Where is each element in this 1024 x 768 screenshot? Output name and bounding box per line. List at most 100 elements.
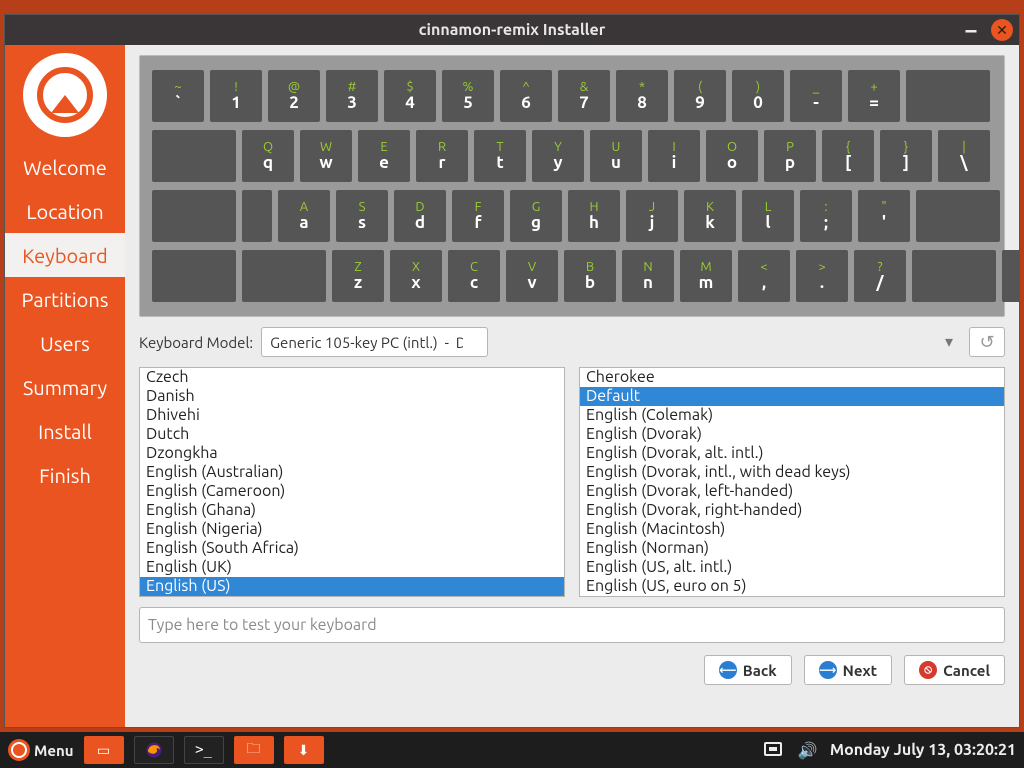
close-button[interactable]: ✕: [991, 19, 1013, 41]
key-main-label: w: [319, 154, 332, 173]
key-blank: [1002, 250, 1019, 302]
variants-item[interactable]: English (Macintosh): [580, 520, 1004, 539]
key-shift-label: @: [288, 80, 300, 94]
key-shift-label: C: [470, 260, 478, 274]
layouts-item[interactable]: Dhivehi: [140, 406, 564, 425]
layouts-item[interactable]: Czech: [140, 368, 564, 387]
taskbar-item-installer[interactable]: ⬇: [284, 736, 324, 764]
variants-item[interactable]: English (Norman): [580, 539, 1004, 558]
nav-item-users[interactable]: Users: [5, 321, 125, 365]
next-label: Next: [843, 662, 877, 679]
key-shift-label: >: [818, 260, 825, 274]
model-select[interactable]: [261, 327, 488, 357]
variants-item[interactable]: English (Dvorak, intl., with dead keys): [580, 463, 1004, 482]
key-shift-label: +: [870, 80, 877, 94]
key-main-label: e: [379, 154, 389, 173]
nav-item-summary[interactable]: Summary: [5, 365, 125, 409]
layouts-item[interactable]: Dutch: [140, 425, 564, 444]
start-menu-icon: [8, 739, 30, 761]
layouts-item[interactable]: English (UK): [140, 558, 564, 577]
key-m: Mm: [680, 250, 732, 302]
taskbar-item-workspace[interactable]: ▭: [84, 736, 124, 764]
taskbar-clock[interactable]: Monday July 13, 03:20:21: [830, 741, 1016, 759]
arrow-left-icon: ⟵: [719, 661, 737, 679]
nav-item-welcome[interactable]: Welcome: [5, 145, 125, 189]
test-keyboard-input[interactable]: [139, 607, 1005, 643]
layouts-item[interactable]: Dzongkha: [140, 444, 564, 463]
key-v: Vv: [506, 250, 558, 302]
layouts-item[interactable]: English (US): [140, 577, 564, 596]
key-shift-label: }: [904, 140, 908, 154]
layouts-item[interactable]: English (Cameroon): [140, 482, 564, 501]
variants-item[interactable]: English (Colemak): [580, 406, 1004, 425]
back-button[interactable]: ⟵ Back: [704, 655, 792, 685]
key-l: Ll: [742, 190, 794, 242]
key-blank: [906, 70, 990, 122]
key-p: Pp: [764, 130, 816, 182]
nav-list: WelcomeLocationKeyboardPartitionsUsersSu…: [5, 145, 125, 497]
key-main-label: k: [705, 214, 715, 233]
layouts-item[interactable]: English (Australian): [140, 463, 564, 482]
key-s: Ss: [336, 190, 388, 242]
key-u: Uu: [590, 130, 642, 182]
nav-item-location[interactable]: Location: [5, 189, 125, 233]
key-main-label: i: [672, 154, 677, 173]
variants-item[interactable]: English (Dvorak, right-handed): [580, 501, 1004, 520]
minimize-button[interactable]: –: [961, 20, 981, 40]
variants-item[interactable]: English (US, euro on 5): [580, 577, 1004, 596]
variants-item[interactable]: English (Dvorak): [580, 425, 1004, 444]
variants-item[interactable]: English (US, alt. intl.): [580, 558, 1004, 577]
layouts-item[interactable]: English (Ghana): [140, 501, 564, 520]
nav-item-partitions[interactable]: Partitions: [5, 277, 125, 321]
key-shift-label: O: [727, 140, 737, 154]
model-reset-button[interactable]: ↺: [969, 327, 1005, 357]
keyboard-row: ~`!1@2#3$4%5^6&7*8(9)0_-+=: [152, 70, 992, 122]
key-n: Nn: [622, 250, 674, 302]
next-button[interactable]: ⟶ Next: [804, 655, 892, 685]
key-shift-label: E: [380, 140, 387, 154]
nav-item-finish[interactable]: Finish: [5, 453, 125, 497]
taskbar-item-files[interactable]: 🗀: [234, 736, 274, 764]
key-shift-label: U: [612, 140, 621, 154]
variants-item[interactable]: English (Dvorak, left-handed): [580, 482, 1004, 501]
variants-item[interactable]: English (Dvorak, alt. intl.): [580, 444, 1004, 463]
window-title: cinnamon-remix Installer: [419, 21, 606, 39]
key-shift-label: A: [300, 200, 308, 214]
network-icon[interactable]: [762, 741, 786, 759]
variants-list[interactable]: CherokeeDefaultEnglish (Colemak)English …: [579, 367, 1005, 597]
variants-item[interactable]: Cherokee: [580, 368, 1004, 387]
taskbar-item-terminal[interactable]: >_: [184, 736, 224, 764]
key-shift-label: R: [438, 140, 446, 154]
key-e: Ee: [358, 130, 410, 182]
key-shift-label: _: [813, 80, 819, 94]
layouts-item[interactable]: English (South Africa): [140, 539, 564, 558]
key-9: (9: [674, 70, 726, 122]
taskbar[interactable]: Menu ▭ >_ 🗀 ⬇ 🔊 Monday July 13, 03:20:21: [0, 732, 1024, 768]
key-blank: [152, 130, 236, 182]
key-[: {[: [822, 130, 874, 182]
key-main-label: s: [358, 214, 366, 233]
key-q: Qq: [242, 130, 294, 182]
layouts-item[interactable]: Danish: [140, 387, 564, 406]
start-menu-button[interactable]: Menu: [8, 739, 74, 761]
key-main-label: j: [650, 214, 655, 233]
taskbar-item-firefox[interactable]: [134, 736, 174, 764]
cancel-button[interactable]: ⦸ Cancel: [904, 655, 1005, 685]
keyboard-preview: ~`!1@2#3$4%5^6&7*8(9)0_-+=QqWwEeRrTtYyUu…: [139, 55, 1005, 317]
key-shift-label: %: [463, 80, 474, 94]
key-main-label: z: [354, 274, 362, 293]
key-main-label: 9: [695, 94, 705, 113]
key-/: ?/: [854, 250, 906, 302]
cancel-icon: ⦸: [919, 661, 937, 679]
nav-item-keyboard[interactable]: Keyboard: [5, 233, 125, 277]
titlebar[interactable]: cinnamon-remix Installer – ✕: [5, 15, 1019, 45]
key-`: ~`: [152, 70, 204, 122]
layouts-item[interactable]: English (Nigeria): [140, 520, 564, 539]
variants-item[interactable]: Default: [580, 387, 1004, 406]
key-r: Rr: [416, 130, 468, 182]
key-shift-label: ": [881, 200, 886, 214]
wizard-buttons: ⟵ Back ⟶ Next ⦸ Cancel: [139, 655, 1005, 685]
layouts-list[interactable]: CzechDanishDhivehiDutchDzongkhaEnglish (…: [139, 367, 565, 597]
nav-item-install[interactable]: Install: [5, 409, 125, 453]
volume-icon[interactable]: 🔊: [796, 741, 820, 759]
